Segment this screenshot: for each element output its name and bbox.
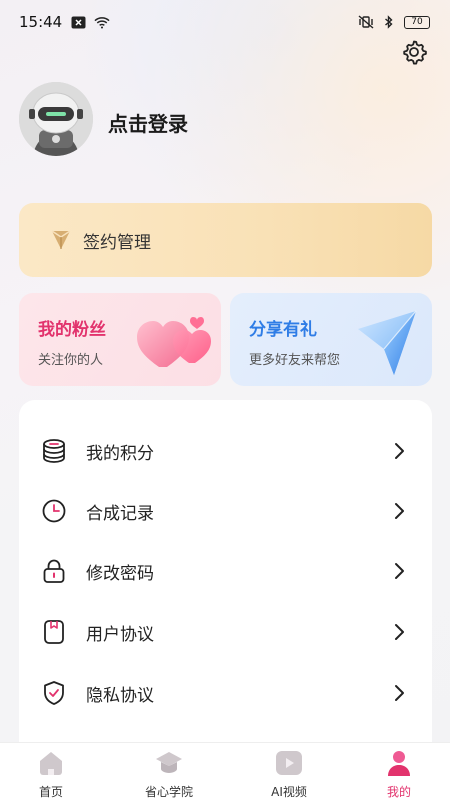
chevron-right-icon xyxy=(395,503,404,519)
login-link[interactable]: 点击登录 xyxy=(108,108,188,137)
status-left: 15:44 xyxy=(19,13,110,31)
graduation-cap-icon xyxy=(156,752,182,773)
menu-item-change-password[interactable]: 修改密码 xyxy=(19,541,432,601)
menu-item-points[interactable]: 我的积分 xyxy=(19,421,432,481)
share-subtitle: 更多好友来帮您 xyxy=(249,353,341,368)
chevron-right-icon xyxy=(395,685,404,701)
robot-avatar-icon xyxy=(19,82,93,156)
battery-level: 70 xyxy=(411,16,423,27)
chevron-right-icon xyxy=(395,563,404,579)
gear-icon xyxy=(403,40,427,65)
status-bar: 15:44 70 xyxy=(0,0,450,44)
shield-check-icon xyxy=(41,680,67,706)
hearts-icon xyxy=(137,317,211,367)
fans-title: 我的粉丝 xyxy=(38,320,106,340)
chevron-right-icon xyxy=(395,443,404,459)
bottom-navigation: 首页 省心学院 AI视频 我的 xyxy=(0,742,450,800)
diamond-icon xyxy=(51,230,71,249)
user-icon xyxy=(388,751,410,776)
chevron-right-icon xyxy=(395,624,404,640)
settings-menu: 我的积分 合成记录 修改密码 用户协议 隐私协议 xyxy=(19,400,432,760)
menu-item-user-agreement[interactable]: 用户协议 xyxy=(19,602,432,662)
menu-label: 我的积分 xyxy=(86,443,154,464)
nav-home[interactable]: 首页 xyxy=(6,743,96,800)
status-time: 15:44 xyxy=(19,13,63,31)
paper-plane-icon xyxy=(358,310,417,375)
nav-mine[interactable]: 我的 xyxy=(354,743,444,800)
nav-label: AI视频 xyxy=(271,785,307,799)
mute-vibrate-icon xyxy=(358,15,374,29)
wifi-icon xyxy=(94,15,110,29)
avatar[interactable] xyxy=(19,82,93,156)
nav-label: 我的 xyxy=(386,785,411,799)
bluetooth-icon xyxy=(381,15,397,29)
home-icon xyxy=(40,752,62,775)
nav-label: 省心学院 xyxy=(144,785,193,799)
menu-item-synthesis-records[interactable]: 合成记录 xyxy=(19,481,432,541)
coins-stack-icon xyxy=(41,438,67,464)
contract-label: 签约管理 xyxy=(83,232,151,253)
share-title: 分享有礼 xyxy=(249,320,317,340)
menu-label: 隐私协议 xyxy=(86,685,154,706)
menu-item-privacy-agreement[interactable]: 隐私协议 xyxy=(19,663,432,723)
settings-button[interactable] xyxy=(400,38,428,66)
nav-label: 首页 xyxy=(38,785,63,799)
nav-ai-video[interactable]: AI视频 xyxy=(244,743,334,800)
fans-subtitle: 关注你的人 xyxy=(38,353,104,368)
status-right: 70 xyxy=(358,15,430,29)
menu-label: 合成记录 xyxy=(86,503,154,524)
lock-icon xyxy=(41,558,67,584)
play-icon xyxy=(276,751,302,775)
document-bookmark-icon xyxy=(41,619,67,645)
menu-label: 修改密码 xyxy=(86,563,154,584)
my-fans-card[interactable]: 我的粉丝 关注你的人 xyxy=(19,293,221,386)
clock-icon xyxy=(41,498,67,524)
share-gift-card[interactable]: 分享有礼 更多好友来帮您 xyxy=(230,293,432,386)
contract-management-card[interactable]: 签约管理 xyxy=(19,203,432,277)
battery-icon: 70 xyxy=(404,15,430,29)
menu-label: 用户协议 xyxy=(86,624,154,645)
nav-academy[interactable]: 省心学院 xyxy=(124,743,214,800)
close-box-icon xyxy=(70,15,86,29)
